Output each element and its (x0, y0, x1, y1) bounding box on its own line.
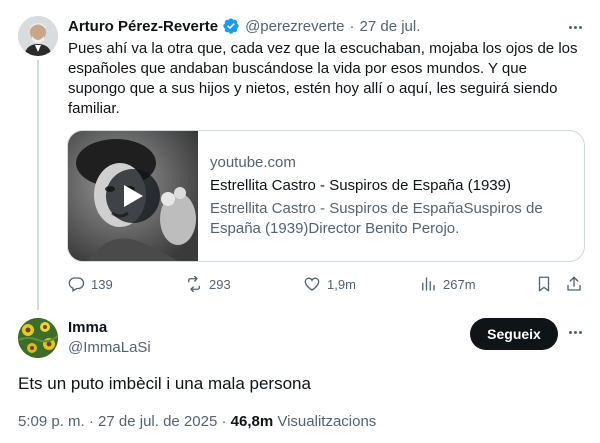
card-description: Estrellita Castro - Suspiros de EspañaSu… (210, 200, 543, 237)
verified-badge-icon (223, 18, 239, 34)
reply-author-name[interactable]: Imma (68, 318, 107, 338)
reply-icon (68, 277, 85, 292)
tweet-actions: 139 293 1,9m 267m (67, 274, 587, 294)
more-icon[interactable] (565, 322, 585, 342)
reply-action[interactable]: 139 (67, 274, 113, 294)
views-icon (422, 277, 435, 291)
reply-views-count: 46,8m (230, 413, 274, 430)
reply-meta: 5:09 p. m. · 27 de jul. de 2025 · 46,8m … (18, 412, 376, 432)
retweet-icon (188, 275, 200, 293)
more-icon[interactable] (565, 17, 585, 37)
reply-timestamp[interactable]: 5:09 p. m. · 27 de jul. de 2025 · (18, 413, 226, 430)
follow-button[interactable]: Segueix (470, 318, 558, 350)
card-text: youtube.com Estrellita Castro - Suspiros… (210, 153, 570, 239)
bookmark-action[interactable] (535, 274, 553, 294)
author-name[interactable]: Arturo Pérez-Reverte (68, 18, 218, 35)
reply-avatar[interactable] (18, 318, 58, 358)
tweet-header: Arturo Pérez-Reverte @perezreverte · 27 … (68, 15, 420, 37)
reply-author-handle[interactable]: @ImmaLaSi (68, 338, 151, 358)
reply-count: 139 (91, 276, 113, 292)
bookmark-icon (538, 276, 550, 292)
video-thumbnail[interactable] (68, 131, 198, 261)
author-handle[interactable]: @perezreverte (245, 18, 344, 35)
card-title: Estrellita Castro - Suspiros de España (… (210, 177, 511, 194)
retweet-action[interactable]: 293 (185, 274, 231, 294)
reply-views-label: Visualitzacions (277, 413, 377, 430)
card-domain: youtube.com (210, 154, 296, 171)
views-action[interactable]: 267m (419, 274, 476, 294)
header-separator: · (349, 17, 355, 35)
reply-text: Ets un puto imbècil i una mala persona (18, 374, 311, 393)
play-icon[interactable] (106, 169, 160, 223)
like-count: 1,9m (327, 276, 356, 292)
heart-icon (304, 277, 320, 291)
retweet-count: 293 (209, 276, 231, 292)
share-icon (567, 276, 581, 291)
author-avatar[interactable] (18, 16, 58, 56)
thread-connector-line (37, 60, 39, 310)
like-action[interactable]: 1,9m (303, 274, 356, 294)
share-action[interactable] (565, 274, 583, 294)
link-card[interactable]: youtube.com Estrellita Castro - Suspiros… (67, 130, 585, 262)
tweet-date[interactable]: 27 de jul. (360, 18, 421, 35)
views-count: 267m (443, 276, 476, 292)
tweet-text: Pues ahí va la otra que, cada vez que la… (68, 40, 578, 117)
